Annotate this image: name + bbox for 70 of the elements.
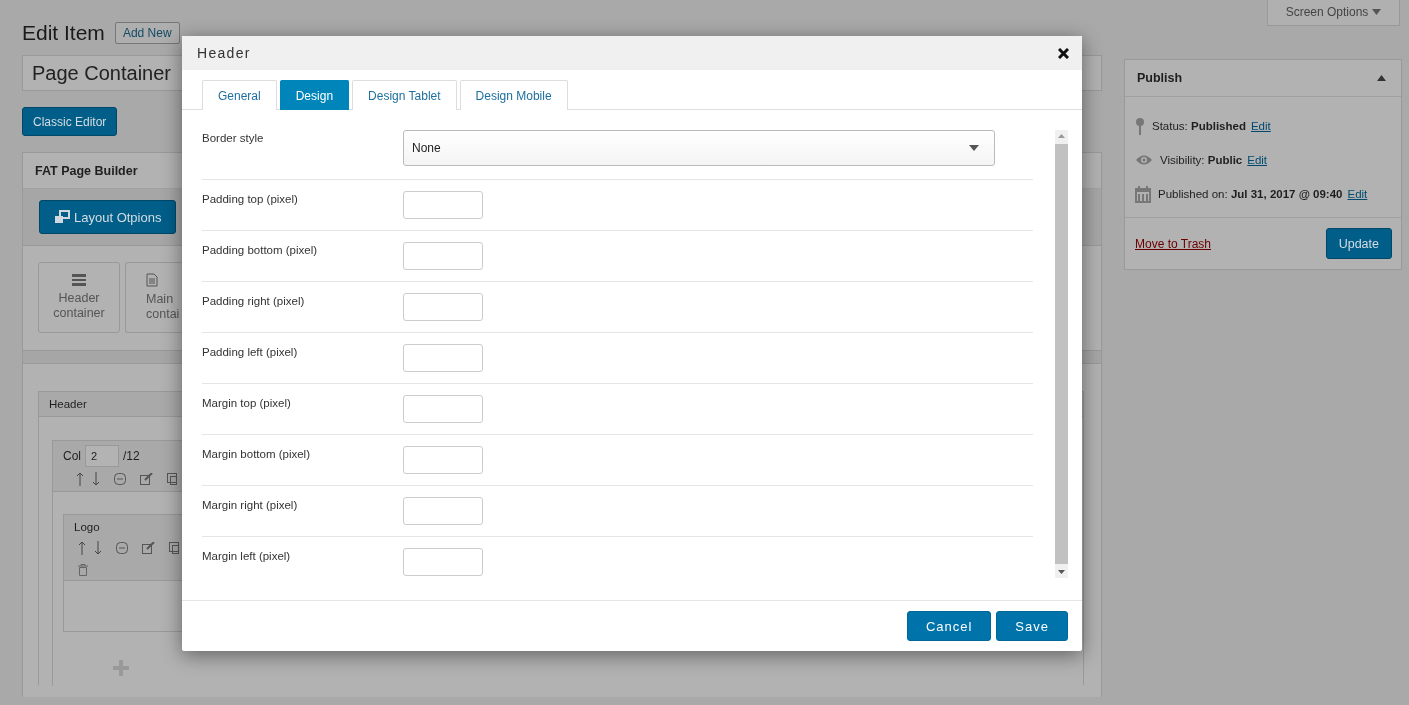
minus-icon bbox=[114, 473, 126, 485]
up-arrow-icon bbox=[78, 541, 86, 555]
field-label: Padding right (pixel) bbox=[202, 294, 306, 307]
dialog-button[interactable]: Save bbox=[996, 611, 1068, 641]
copy-icon bbox=[167, 473, 177, 485]
scrollbar[interactable] bbox=[1055, 130, 1068, 578]
input-field[interactable] bbox=[403, 395, 483, 423]
input-field[interactable] bbox=[403, 344, 483, 372]
field-label: Margin top (pixel) bbox=[202, 396, 292, 409]
input-field[interactable] bbox=[403, 497, 483, 525]
down-arrow-icon bbox=[92, 472, 100, 486]
input-field[interactable] bbox=[403, 242, 483, 270]
down-arrow-icon bbox=[94, 541, 102, 555]
update-button[interactable]: Update bbox=[1325, 228, 1392, 259]
up-arrow-icon bbox=[76, 472, 84, 486]
list-icon bbox=[72, 274, 86, 286]
edit-icon bbox=[140, 473, 153, 485]
column-width-field[interactable]: 2 bbox=[85, 445, 119, 467]
minus-icon bbox=[116, 542, 128, 554]
input-field[interactable] bbox=[403, 191, 483, 219]
field-label: Border style bbox=[202, 131, 265, 144]
publish-title: Publish bbox=[1137, 71, 1183, 85]
scroll-down-icon bbox=[1058, 570, 1065, 574]
caret-down-icon bbox=[1372, 9, 1382, 15]
field-label: Padding bottom (pixel) bbox=[202, 243, 319, 256]
field-label: Padding top (pixel) bbox=[202, 192, 299, 205]
windows-icon bbox=[54, 210, 70, 224]
edit-link[interactable]: Edit bbox=[1347, 188, 1368, 200]
input-field[interactable] bbox=[403, 293, 483, 321]
pin-icon bbox=[1135, 117, 1145, 135]
field-label: Margin left (pixel) bbox=[202, 549, 292, 562]
move-to-trash-link[interactable]: Move to Trash bbox=[1135, 236, 1212, 251]
element-title: Logo bbox=[74, 521, 100, 533]
screen-options-button[interactable]: Screen Options bbox=[1267, 0, 1400, 26]
edit-icon bbox=[142, 542, 155, 554]
publish-info: Published on: Jul 31, 2017 @ 09:40 bbox=[1158, 188, 1343, 200]
column-total: /12 bbox=[123, 449, 140, 463]
input-field[interactable] bbox=[403, 548, 483, 576]
tab[interactable]: General bbox=[202, 80, 277, 110]
panel-title: FAT Page Builder bbox=[35, 163, 138, 178]
tab[interactable]: Design Tablet bbox=[352, 80, 457, 110]
field-label: Padding left (pixel) bbox=[202, 345, 299, 358]
eye-icon bbox=[1135, 154, 1153, 166]
plus-icon bbox=[112, 660, 129, 676]
field-label: Margin right (pixel) bbox=[202, 498, 299, 511]
input-field[interactable] bbox=[403, 446, 483, 474]
close-icon[interactable] bbox=[1058, 47, 1069, 59]
page-title: Edit Item bbox=[22, 20, 105, 45]
calendar-icon bbox=[1135, 185, 1151, 203]
add-new-button[interactable]: Add New bbox=[114, 21, 180, 44]
document-icon bbox=[146, 273, 158, 287]
column-label: Col bbox=[63, 449, 81, 463]
scroll-up-icon bbox=[1058, 134, 1065, 138]
edit-link[interactable]: Edit bbox=[1247, 154, 1268, 166]
publish-info: Visibility: Public bbox=[1160, 154, 1243, 166]
border-style-dropdown[interactable]: None bbox=[403, 130, 995, 166]
tab[interactable]: Design Mobile bbox=[459, 80, 568, 110]
publish-info: Status: Published bbox=[1152, 120, 1246, 132]
tab[interactable]: Design bbox=[279, 80, 350, 110]
section-title: Header bbox=[49, 398, 87, 410]
copy-icon bbox=[169, 542, 179, 554]
edit-link[interactable]: Edit bbox=[1250, 120, 1271, 132]
field-label: Margin bottom (pixel) bbox=[202, 447, 311, 460]
classic-editor-button[interactable]: Classic Editor bbox=[22, 107, 118, 136]
caret-up-icon bbox=[1377, 75, 1386, 81]
dialog-button[interactable]: Cancel bbox=[906, 611, 992, 641]
layout-options-button[interactable]: Layout Otpions bbox=[39, 200, 177, 234]
trash-icon bbox=[78, 564, 88, 576]
element-card[interactable]: Header container bbox=[38, 262, 120, 333]
dialog-title: Header bbox=[197, 45, 251, 61]
